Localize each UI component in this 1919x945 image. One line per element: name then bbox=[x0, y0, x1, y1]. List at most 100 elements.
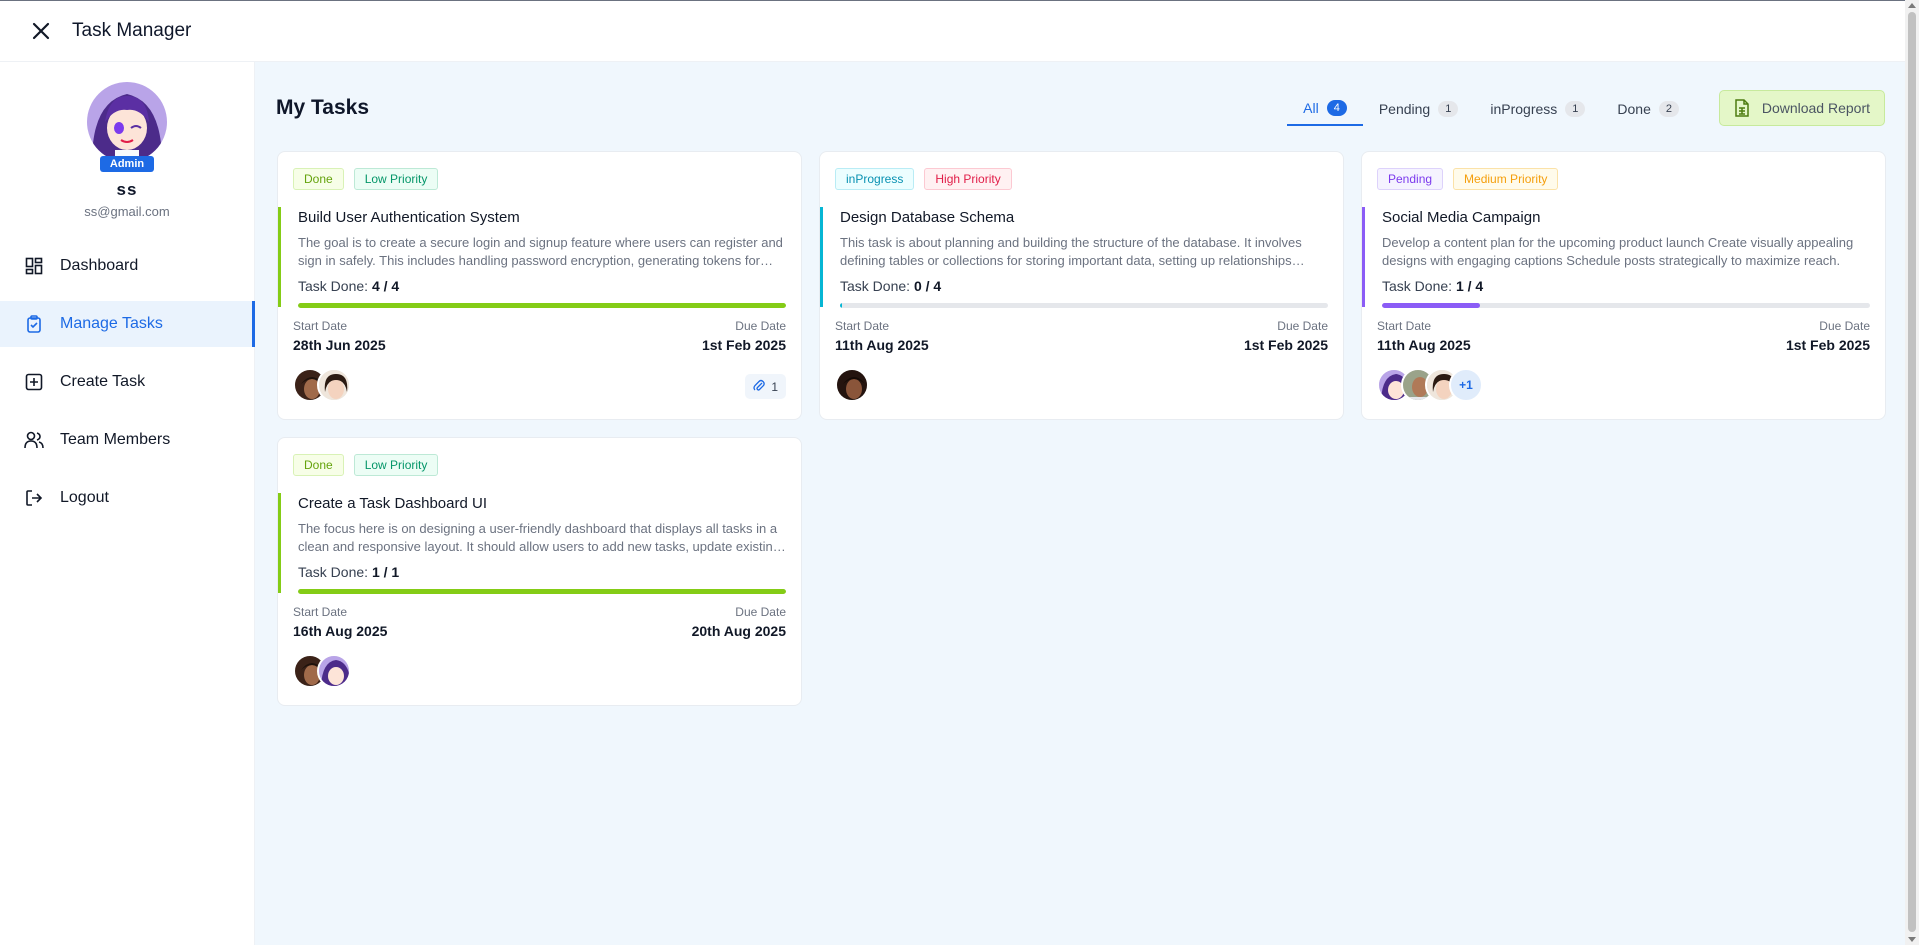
sidebar: Admin ss ss@gmail.com Dashboard Manage T… bbox=[0, 62, 255, 945]
close-icon[interactable] bbox=[26, 16, 56, 46]
task-done-count: 0 / 4 bbox=[913, 278, 942, 294]
tab-all[interactable]: All 4 bbox=[1287, 92, 1363, 126]
user-name: ss bbox=[116, 180, 138, 199]
start-date: 11th Aug 2025 bbox=[1377, 337, 1471, 353]
start-date: 16th Aug 2025 bbox=[293, 623, 388, 639]
sidebar-item-logout[interactable]: Logout bbox=[0, 475, 254, 521]
profile: Admin ss ss@gmail.com bbox=[0, 62, 254, 219]
tab-label: Pending bbox=[1378, 101, 1431, 117]
page-scrollbar[interactable] bbox=[1905, 0, 1919, 945]
progress-bar bbox=[1382, 303, 1870, 308]
tab-pending[interactable]: Pending 1 bbox=[1363, 92, 1475, 126]
task-body: Build User Authentication System The goa… bbox=[278, 207, 801, 308]
status-badge: inProgress bbox=[835, 168, 915, 190]
task-dates: Start Date 16th Aug 2025 Due Date 20th A… bbox=[293, 605, 786, 639]
role-badge: Admin bbox=[99, 156, 155, 172]
task-description: Develop a content plan for the upcoming … bbox=[1382, 235, 1854, 268]
task-title: Social Media Campaign bbox=[1382, 209, 1541, 226]
sidebar-item-label: Create Task bbox=[60, 373, 146, 390]
scroll-down-icon[interactable] bbox=[1908, 937, 1916, 942]
dashboard-icon bbox=[24, 256, 44, 276]
task-card[interactable]: Done Low Priority Create a Task Dashboar… bbox=[277, 437, 802, 706]
due-date-label: Due Date bbox=[735, 605, 786, 619]
assignees bbox=[293, 654, 351, 688]
top-bar: Task Manager bbox=[0, 0, 1905, 62]
task-progress-text: Task Done: 4 / 4 bbox=[298, 278, 786, 294]
start-date-label: Start Date bbox=[1377, 319, 1432, 333]
start-date-label: Start Date bbox=[293, 319, 348, 333]
priority-badge: Low Priority bbox=[353, 454, 439, 476]
assignees bbox=[835, 368, 869, 402]
scroll-up-icon[interactable] bbox=[1908, 3, 1916, 8]
due-date-label: Due Date bbox=[1277, 319, 1328, 333]
logout-icon bbox=[24, 488, 44, 508]
tab-count: 1 bbox=[1438, 101, 1459, 117]
status-badge: Done bbox=[293, 168, 344, 190]
task-progress-text: Task Done: 1 / 4 bbox=[1382, 278, 1870, 294]
task-body: Create a Task Dashboard UI The focus her… bbox=[278, 493, 801, 594]
tab-count: 1 bbox=[1565, 101, 1586, 117]
download-report-button[interactable]: Download Report bbox=[1718, 90, 1885, 126]
paperclip-icon bbox=[753, 378, 766, 395]
sidebar-item-dashboard[interactable]: Dashboard bbox=[0, 243, 254, 289]
priority-badge: Low Priority bbox=[353, 168, 439, 190]
task-progress-text: Task Done: 0 / 4 bbox=[840, 278, 1328, 294]
assignees bbox=[293, 368, 351, 402]
avatar bbox=[317, 654, 351, 688]
tab-count: 4 bbox=[1326, 100, 1347, 116]
task-title: Build User Authentication System bbox=[298, 209, 520, 226]
sidebar-item-manage-tasks[interactable]: Manage Tasks bbox=[0, 301, 255, 347]
sidebar-item-label: Manage Tasks bbox=[60, 315, 163, 332]
tab-done[interactable]: Done 2 bbox=[1601, 92, 1695, 126]
task-done-label: Task Done: bbox=[840, 278, 911, 294]
sidebar-nav: Dashboard Manage Tasks Create Task Team … bbox=[0, 243, 255, 521]
due-date: 1st Feb 2025 bbox=[701, 337, 786, 353]
task-title: Design Database Schema bbox=[840, 209, 1015, 226]
tab-inprogress[interactable]: inProgress 1 bbox=[1474, 92, 1601, 126]
sidebar-item-create-task[interactable]: Create Task bbox=[0, 359, 254, 405]
task-done-count: 1 / 1 bbox=[371, 564, 400, 580]
page-title: My Tasks bbox=[276, 96, 369, 119]
tab-label: inProgress bbox=[1490, 101, 1558, 117]
attachment-count[interactable]: 1 bbox=[745, 374, 786, 399]
task-done-count: 4 / 4 bbox=[371, 278, 400, 294]
avatar bbox=[317, 368, 351, 402]
task-body: Social Media Campaign Develop a content … bbox=[1362, 207, 1885, 308]
sidebar-item-team-members[interactable]: Team Members bbox=[0, 417, 254, 463]
progress-fill bbox=[1382, 303, 1480, 308]
tab-label: Done bbox=[1617, 101, 1651, 117]
task-body: Design Database Schema This task is abou… bbox=[820, 207, 1343, 308]
task-title: Create a Task Dashboard UI bbox=[298, 495, 487, 512]
task-done-label: Task Done: bbox=[1382, 278, 1453, 294]
spreadsheet-icon bbox=[1734, 99, 1750, 117]
progress-bar bbox=[298, 303, 786, 308]
task-description: The focus here is on designing a user-fr… bbox=[298, 521, 781, 554]
task-card[interactable]: inProgress High Priority Design Database… bbox=[819, 151, 1344, 420]
start-date: 11th Aug 2025 bbox=[835, 337, 929, 353]
task-description: The goal is to create a secure login and… bbox=[298, 235, 783, 268]
due-date-label: Due Date bbox=[1819, 319, 1870, 333]
status-badge: Pending bbox=[1377, 168, 1444, 190]
task-card[interactable]: Done Low Priority Build User Authenticat… bbox=[277, 151, 802, 420]
main-header: My Tasks All 4 Pending 1 inProgress 1 Do… bbox=[276, 62, 1885, 154]
due-date: 1st Feb 2025 bbox=[1243, 337, 1328, 353]
tab-label: All bbox=[1303, 100, 1319, 116]
scrollbar-thumb[interactable] bbox=[1908, 12, 1916, 932]
task-dates: Start Date 28th Jun 2025 Due Date 1st Fe… bbox=[293, 319, 786, 353]
avatar bbox=[835, 368, 869, 402]
priority-badge: High Priority bbox=[924, 168, 1012, 190]
main-content: My Tasks All 4 Pending 1 inProgress 1 Do… bbox=[255, 62, 1905, 945]
task-card[interactable]: Pending Medium Priority Social Media Cam… bbox=[1361, 151, 1886, 420]
tab-count: 2 bbox=[1658, 101, 1679, 117]
progress-fill bbox=[298, 303, 786, 308]
start-date-label: Start Date bbox=[293, 605, 348, 619]
task-description: This task is about planning and building… bbox=[840, 235, 1302, 268]
task-done-label: Task Done: bbox=[298, 278, 369, 294]
status-badge: Done bbox=[293, 454, 344, 476]
users-icon bbox=[24, 430, 44, 450]
task-done-count: 1 / 4 bbox=[1455, 278, 1484, 294]
clipboard-check-icon bbox=[24, 314, 44, 334]
avatar bbox=[87, 82, 167, 162]
start-date-label: Start Date bbox=[835, 319, 890, 333]
more-assignees-badge: +1 bbox=[1449, 368, 1483, 402]
